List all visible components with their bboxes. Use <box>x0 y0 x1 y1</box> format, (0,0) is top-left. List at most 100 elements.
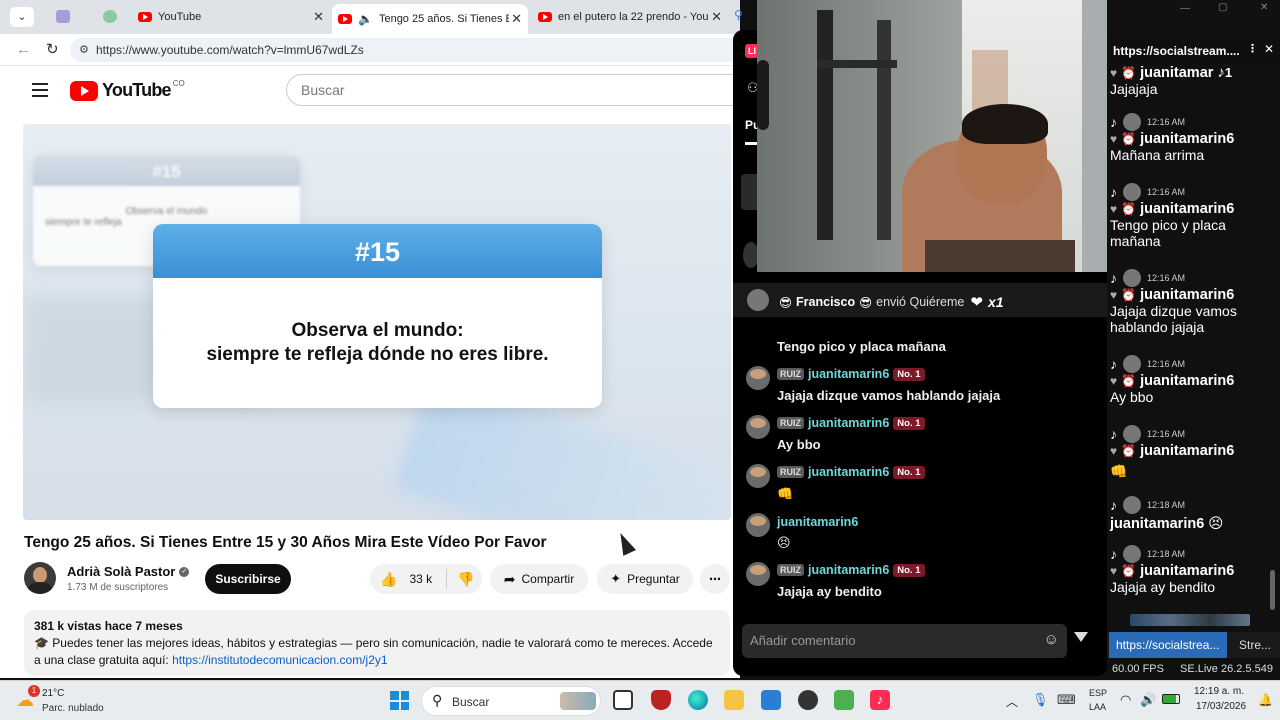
avatar[interactable] <box>746 513 770 537</box>
task-view-icon[interactable] <box>613 690 633 710</box>
stream-title: https://socialstream.... <box>1113 44 1240 58</box>
stream-user: juanitamarin6 <box>1140 443 1235 459</box>
back-arrow-icon[interactable]: ← <box>16 41 31 58</box>
bottom-tab-2[interactable]: Stre... <box>1233 632 1279 658</box>
green-tab-icon[interactable] <box>103 10 117 23</box>
description-link[interactable]: https://institutodecomunicacion.com/j2y1 <box>172 653 387 667</box>
notification-icon[interactable]: 🔔 <box>1258 693 1273 707</box>
like-icon[interactable]: 👍 <box>380 571 397 588</box>
obs-icon[interactable] <box>798 690 818 710</box>
avatar[interactable] <box>746 464 770 488</box>
search-input[interactable]: Buscar <box>286 74 746 106</box>
app-shield-icon[interactable] <box>651 690 671 710</box>
avatar[interactable] <box>746 366 770 390</box>
taskbar-search[interactable]: ⚲ Buscar <box>421 686 601 716</box>
channel-avatar[interactable] <box>24 562 56 594</box>
subscribe-button[interactable]: Suscribirse <box>205 564 291 594</box>
battery-icon[interactable] <box>1162 694 1180 704</box>
heart-icon: ♥ <box>1110 564 1118 578</box>
chat-username[interactable]: juanitamarin6 <box>777 515 858 529</box>
emoji-icon[interactable]: ☺ <box>1044 631 1059 648</box>
tab-active-video[interactable]: 🔈 Tengo 25 años. Si Tienes Entre ✕ <box>332 4 528 34</box>
chat-username[interactable]: juanitamarin6 <box>808 465 889 479</box>
chat-text: Jajaja ay bendito <box>777 584 882 599</box>
rank-badge: No. 1 <box>893 563 925 577</box>
stream-user: juanitamarin6 <box>1140 201 1235 217</box>
badge-icon: ⏰ <box>1121 65 1137 80</box>
hamburger-menu-icon[interactable] <box>32 83 48 97</box>
like-count[interactable]: 33 k <box>409 572 432 586</box>
bottom-tab-1[interactable]: https://socialstrea... <box>1109 632 1227 658</box>
tiktok-icon: ♪ <box>1110 270 1117 286</box>
youtube-logo[interactable]: YouTube CO <box>70 79 185 101</box>
clock-date[interactable]: 17/03/2026 <box>1196 701 1246 712</box>
close-icon[interactable]: ✕ <box>1264 42 1274 56</box>
tiktok-icon[interactable]: ♪ <box>870 690 890 710</box>
chat-username[interactable]: juanitamarin6 <box>808 367 889 381</box>
close-icon[interactable]: ✕ <box>511 11 522 27</box>
tab-list-dropdown-icon[interactable]: ⌄ <box>10 7 34 27</box>
stream-time: 12:16 AM <box>1147 117 1186 127</box>
logo-text: YouTube <box>102 80 172 100</box>
chevron-up-icon[interactable]: ︿ <box>1006 693 1018 710</box>
weather-widget[interactable]: ☁ 1 21°C Parc. nublado <box>14 685 124 717</box>
lang-1[interactable]: ESP <box>1089 688 1107 698</box>
app-green-icon[interactable] <box>834 690 854 710</box>
minimize-icon[interactable]: — <box>1180 3 1190 14</box>
volume-icon[interactable]: 🔊 <box>1140 692 1156 708</box>
tab-youtube[interactable]: YouTube ✕ <box>132 4 330 30</box>
avatar <box>1123 113 1141 131</box>
description-box[interactable]: 381 k vistas hace 7 meses 🎓 Puedes tener… <box>24 610 730 676</box>
speaker-icon[interactable]: 🔈 <box>358 12 373 26</box>
edge-icon[interactable] <box>688 690 708 710</box>
stream-msg: Jajajaja <box>1110 81 1158 97</box>
tiktok-icon: ♪ <box>1110 497 1117 513</box>
clock-time[interactable]: 12:19 a. m. <box>1194 686 1244 697</box>
close-icon[interactable]: ✕ <box>313 9 324 25</box>
tab-youtube-2[interactable]: en el putero la 22 prendo - YouTube ✕ <box>532 4 728 30</box>
url-field[interactable]: ⚙ https://www.youtube.com/watch?v=lmmU67… <box>70 38 750 62</box>
share-icon: ➦ <box>503 570 516 587</box>
keyboard-icon[interactable]: ⌨ <box>1057 692 1076 708</box>
avatar <box>1123 545 1141 563</box>
ask-button[interactable]: ✦ Preguntar <box>597 564 693 594</box>
start-button[interactable] <box>390 691 409 710</box>
share-button[interactable]: ➦ Compartir <box>490 564 588 594</box>
more-options-icon[interactable]: ⋯ <box>700 564 730 594</box>
microphone-icon[interactable]: 🎙 <box>1032 692 1049 708</box>
store-icon[interactable] <box>761 690 781 710</box>
file-explorer-icon[interactable] <box>724 690 744 710</box>
lang-2[interactable]: LAA <box>1089 702 1106 712</box>
stream-item: ♪ 12:16 AM ♥ ⏰ juanitamarin6 Jajaja dizque … <box>1110 269 1278 335</box>
dislike-icon[interactable]: 👎 <box>457 571 474 588</box>
send-icon[interactable] <box>1074 632 1088 642</box>
close-icon[interactable]: ✕ <box>711 9 722 25</box>
close-window-icon[interactable]: ✕ <box>1260 2 1268 13</box>
stream-user: juanitamarin6 <box>1140 287 1235 303</box>
card-number: #15 <box>33 156 300 186</box>
maximize-icon[interactable]: ▢ <box>1218 2 1227 13</box>
site-info-icon[interactable]: ⚙ <box>79 43 89 56</box>
purple-tab-icon[interactable] <box>56 10 70 23</box>
taskbar: ☁ 1 21°C Parc. nublado ⚲ Buscar ♪ ︿ 🎙 ⌨ … <box>0 680 1280 720</box>
search-tab-icon[interactable]: ⚲ <box>734 8 743 22</box>
fan-badge: RUIZ <box>777 417 804 429</box>
comment-input[interactable]: Añadir comentario ☺ <box>742 624 1067 658</box>
chat-username[interactable]: juanitamarin6 <box>808 563 889 577</box>
channel-name[interactable]: Adrià Solà Pastor <box>67 564 175 579</box>
stream-scrollbar[interactable] <box>1270 570 1275 610</box>
menu-icon[interactable]: ⋮ <box>1247 42 1258 55</box>
chat-username[interactable]: juanitamarin6 <box>808 416 889 430</box>
stream-user: juanitamar <box>1140 64 1214 81</box>
stream-item: ♪ 12:18 AM juanitamarin6 😣 <box>1110 496 1278 532</box>
gift-heart-icon: ❤ <box>970 294 983 311</box>
card-text: Observa el mundo <box>125 206 208 217</box>
avatar[interactable] <box>746 562 770 586</box>
wifi-icon[interactable]: ◠ <box>1120 692 1131 708</box>
like-dislike-group: 👍 33 k 👎 <box>370 564 482 594</box>
video-player[interactable]: #15 Observa el mundo siempre te refleja … <box>23 124 731 520</box>
stream-time: 12:16 AM <box>1147 273 1186 283</box>
reload-icon[interactable]: ↻ <box>46 40 59 58</box>
version-readout: SE.Live 26.2.5.549 <box>1180 663 1273 675</box>
avatar[interactable] <box>746 415 770 439</box>
